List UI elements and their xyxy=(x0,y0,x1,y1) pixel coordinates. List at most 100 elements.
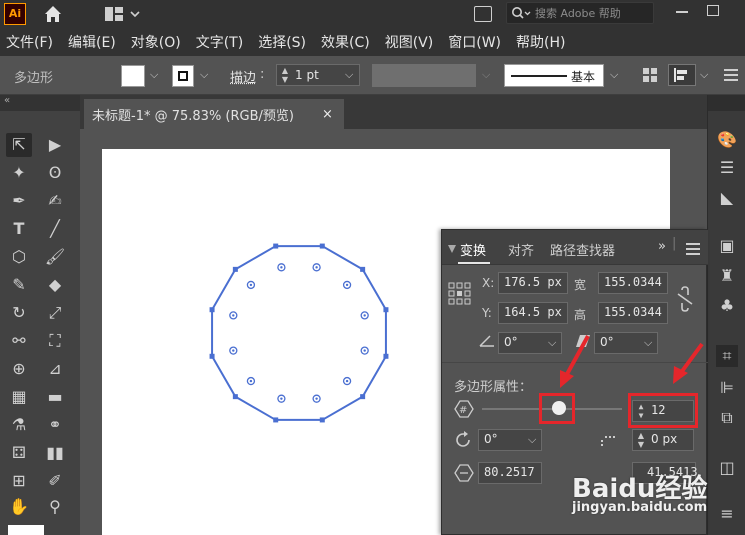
mesh-tool-icon[interactable]: ▦ xyxy=(6,385,32,409)
maximize-icon[interactable] xyxy=(707,5,719,16)
control-bar: 多边形 ⌵ ⌵ 描边 : ▲ ▼ 1 pt ⌵ ⌵ 基本 ⌵ ⌵ xyxy=(0,56,745,95)
panel-menu-icon[interactable] xyxy=(686,243,700,255)
menu-icon[interactable] xyxy=(724,68,738,82)
menu-view[interactable]: 视图(V) xyxy=(385,32,434,52)
height-field[interactable]: 155.0344 xyxy=(598,302,668,324)
scale-tool-icon[interactable]: ⤢ xyxy=(42,301,68,325)
rotate-tool-icon[interactable]: ↻ xyxy=(6,301,32,325)
corner-widget-dot xyxy=(345,379,349,383)
menu-edit[interactable]: 编辑(E) xyxy=(68,32,116,52)
curvature-tool-icon[interactable]: ✍ xyxy=(42,189,68,213)
image-panel-icon[interactable]: ▣ xyxy=(716,235,738,257)
app-window: Ai 搜索 Adobe 帮助 文件(F) 编辑(E) 对象(O) 文字(T) 选… xyxy=(0,0,745,535)
menu-file[interactable]: 文件(F) xyxy=(6,32,53,52)
document-view-icon[interactable] xyxy=(474,6,492,22)
pen-tool-icon[interactable]: ✒ xyxy=(6,189,32,213)
menu-help[interactable]: 帮助(H) xyxy=(516,32,565,52)
stroke-label[interactable]: 描边 xyxy=(230,67,256,86)
polygon-tool-icon[interactable]: ⬡ xyxy=(6,245,32,269)
graph-tool-icon[interactable]: ▮▮ xyxy=(42,441,68,465)
stroke-swatch[interactable] xyxy=(172,65,194,87)
gradient-panel-icon[interactable]: ◣ xyxy=(716,187,738,209)
type-tool-icon[interactable]: T xyxy=(6,217,32,241)
pathfinder-panel-icon[interactable]: ⧉ xyxy=(716,407,738,429)
svg-text:#: # xyxy=(459,405,467,416)
more-tabs-icon[interactable]: » xyxy=(658,239,666,254)
arrange-documents-icon[interactable] xyxy=(104,6,144,22)
color-panel-icon[interactable]: 🎨 xyxy=(716,129,738,151)
document-tab[interactable]: 未标题-1* @ 75.83% (RGB/预览) × xyxy=(84,99,344,129)
blend-tool-icon[interactable]: ⚭ xyxy=(42,413,68,437)
magic-wand-icon[interactable]: ✦ xyxy=(6,161,32,185)
tab-pathfinder[interactable]: 路径查找器 xyxy=(550,240,615,259)
brush-definition[interactable]: 基本 xyxy=(504,64,604,87)
fill-color-swatch[interactable] xyxy=(8,525,44,535)
stroke-weight-field[interactable]: ▲ ▼ 1 pt ⌵ xyxy=(276,64,360,86)
lasso-icon[interactable]: ʘ xyxy=(42,161,68,185)
corner-radius-field[interactable]: ▲ ▼ 0 px xyxy=(632,429,694,451)
app-logo: Ai xyxy=(4,3,26,25)
search-placeholder: 搜索 Adobe 帮助 xyxy=(535,7,621,20)
chevron-down-icon[interactable]: ⌵ xyxy=(610,68,618,82)
menu-bar: 文件(F) 编辑(E) 对象(O) 文字(T) 选择(S) 效果(C) 视图(V… xyxy=(0,28,745,56)
collapse-icon[interactable]: « xyxy=(0,95,80,111)
help-search-input[interactable]: 搜索 Adobe 帮助 xyxy=(506,2,654,24)
x-field[interactable]: 176.5 px xyxy=(498,272,568,294)
corner-widget-dot xyxy=(249,379,253,383)
eyedropper-icon[interactable]: ⚗ xyxy=(6,413,32,437)
line-tool-icon[interactable]: ╱ xyxy=(42,217,68,241)
artboard-tool-icon[interactable]: ⊞ xyxy=(6,469,32,493)
document-tab-title: 未标题-1* @ 75.83% (RGB/预览) xyxy=(92,109,294,124)
layers-panel-icon[interactable]: ◫ xyxy=(716,457,738,479)
title-bar: Ai 搜索 Adobe 帮助 xyxy=(0,0,745,28)
corner-widget-dot xyxy=(232,314,235,317)
width-field[interactable]: 155.0344 xyxy=(598,272,668,294)
polygon-sides-icon: # xyxy=(454,400,474,418)
direct-selection-tool-icon[interactable]: ▶ xyxy=(42,133,68,157)
menu-effect[interactable]: 效果(C) xyxy=(321,32,370,52)
menu-object[interactable]: 对象(O) xyxy=(131,32,181,52)
shaper-tool-icon[interactable]: ✎ xyxy=(6,273,32,297)
link-icon[interactable] xyxy=(676,286,694,312)
hand-tool-icon[interactable]: ✋ xyxy=(6,495,32,519)
grid-icon[interactable] xyxy=(642,67,658,83)
panel-toggle-icon[interactable] xyxy=(447,244,457,254)
paintbrush-icon[interactable]: 🖌 xyxy=(42,245,68,269)
chevron-down-icon[interactable]: ⌵ xyxy=(150,68,158,82)
menu-window[interactable]: 窗口(W) xyxy=(448,32,501,52)
width-tool-icon[interactable]: ⚯ xyxy=(6,329,32,353)
y-field[interactable]: 164.5 px xyxy=(498,302,568,324)
symbol-sprayer-icon[interactable]: ⚃ xyxy=(6,441,32,465)
fill-swatch[interactable] xyxy=(121,65,145,87)
chevron-down-icon[interactable]: ⌵ xyxy=(200,68,208,82)
zoom-tool-icon[interactable]: ⚲ xyxy=(42,495,68,519)
menu-type[interactable]: 文字(T) xyxy=(196,32,243,52)
x-label: X: xyxy=(482,276,495,290)
eraser-icon[interactable]: ◆ xyxy=(42,273,68,297)
menu-select[interactable]: 选择(S) xyxy=(258,32,306,52)
symbols-panel-icon[interactable]: ♣ xyxy=(716,295,738,317)
minimize-icon[interactable] xyxy=(676,11,688,13)
panel-menu-icon[interactable]: ≡ xyxy=(716,503,738,525)
slice-tool-icon[interactable]: ✐ xyxy=(42,469,68,493)
free-transform-icon[interactable]: ⛶ xyxy=(42,329,68,353)
gradient-tool-icon[interactable]: ▬ xyxy=(42,385,68,409)
anchor-point xyxy=(360,266,366,272)
chevron-down-icon[interactable]: ⌵ xyxy=(700,68,708,82)
polygon-path xyxy=(211,245,387,421)
corner-type-icon[interactable] xyxy=(600,432,618,450)
selection-tool-icon[interactable]: ⇱ xyxy=(6,133,32,157)
shape-builder-icon[interactable]: ⊕ xyxy=(6,357,32,381)
polygon-radius-field[interactable]: 80.2517 xyxy=(478,462,542,484)
tab-align[interactable]: 对齐 xyxy=(508,240,534,259)
reference-point-icon[interactable] xyxy=(448,282,472,306)
variable-width-profile[interactable] xyxy=(372,64,476,87)
align-icon[interactable] xyxy=(668,64,696,86)
libraries-icon[interactable]: ♜ xyxy=(716,265,738,287)
close-icon[interactable]: × xyxy=(322,107,333,122)
home-icon[interactable] xyxy=(42,3,64,25)
perspective-grid-icon[interactable]: ⊿ xyxy=(42,357,68,381)
rotate-angle-icon xyxy=(479,335,494,347)
properties-panel-icon[interactable]: ☰ xyxy=(716,157,738,179)
tab-transform[interactable]: 变换 xyxy=(460,240,486,259)
